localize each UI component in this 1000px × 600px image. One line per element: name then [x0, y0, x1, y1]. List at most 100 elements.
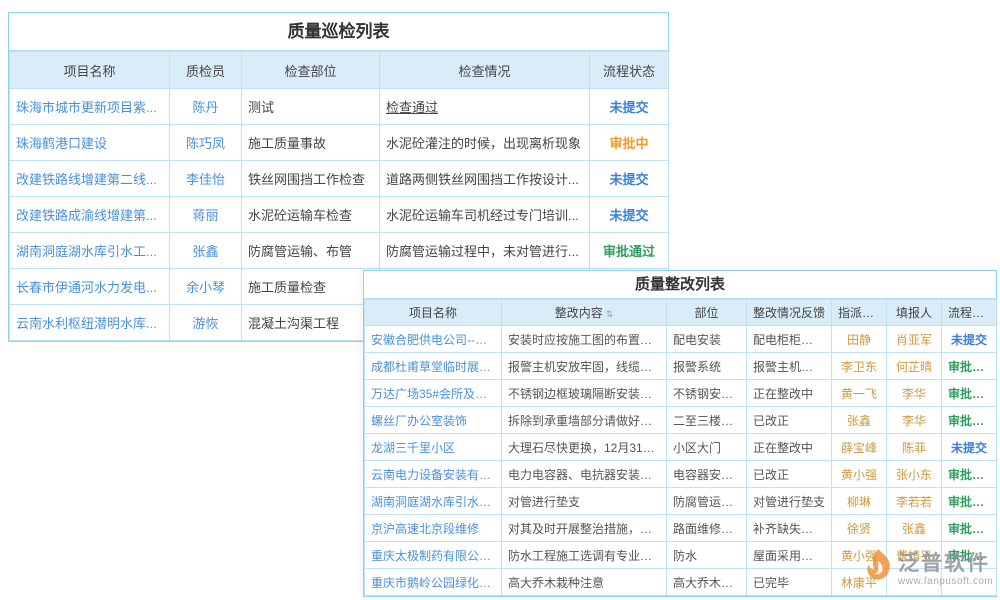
table-row: 重庆太极制药有限公司亳州中...防水工程施工选调有专业资...防水屋面采用聚氨.…: [365, 542, 997, 569]
project-name-cell[interactable]: 湖南洞庭湖水库引水工程施工标: [365, 488, 502, 515]
header-row: 项目名称整改内容⇅部位整改情况反馈指派人员填报人流程状态: [365, 300, 997, 326]
project-name-cell[interactable]: 云南水利枢纽潜明水库...: [10, 305, 170, 341]
workflow-status-cell: 审批通过: [942, 461, 997, 488]
column-header-label: 质检员: [186, 64, 225, 79]
reporter-cell[interactable]: 李若若: [887, 488, 942, 515]
quality-rectification-panel: 质量整改列表 项目名称整改内容⇅部位整改情况反馈指派人员填报人流程状态安徽合肥供…: [363, 270, 997, 597]
project-name-cell[interactable]: 万达广场35#会所及咖啡厅空...: [365, 380, 502, 407]
project-name-cell[interactable]: 珠海市城市更新项目紫...: [10, 89, 170, 125]
project-name-cell[interactable]: 湖南洞庭湖水库引水工...: [10, 233, 170, 269]
rectify-content-cell: 电力电容器、电抗器安装方案...: [502, 461, 667, 488]
reporter-cell[interactable]: 肖亚军: [887, 326, 942, 353]
inspector-cell[interactable]: 张鑫: [170, 233, 242, 269]
part-cell: 不锈钢安装...: [667, 380, 747, 407]
inspector-cell[interactable]: 李佳怡: [170, 161, 242, 197]
project-name-cell[interactable]: 长春市伊通河水力发电...: [10, 269, 170, 305]
project-name-cell[interactable]: 重庆市鹅岭公园绿化景观提升...: [365, 569, 502, 596]
part-cell: 小区大门: [667, 434, 747, 461]
column-header-label: 流程状态: [603, 64, 655, 79]
assignee-column-header: 指派人员: [832, 300, 887, 326]
part-cell: 电容器安装...: [667, 461, 747, 488]
assignee-cell[interactable]: 张鑫: [832, 407, 887, 434]
assignee-cell[interactable]: 黄小强: [832, 542, 887, 569]
inspect-part-cell: 施工质量检查: [242, 269, 380, 305]
inspector-cell[interactable]: 余小琴: [170, 269, 242, 305]
sort-icon[interactable]: ⇅: [606, 309, 614, 320]
part-cell: 高大乔木栽种: [667, 569, 747, 596]
part-column-header: 部位: [667, 300, 747, 326]
inspector-cell[interactable]: 陈丹: [170, 89, 242, 125]
feedback-column-header: 整改情况反馈: [747, 300, 832, 326]
project-name-cell[interactable]: 云南电力设备安装有限公司20...: [365, 461, 502, 488]
rectify-content-cell: 对管进行垫支: [502, 488, 667, 515]
table-row: 云南电力设备安装有限公司20...电力电容器、电抗器安装方案...电容器安装..…: [365, 461, 997, 488]
project-name-cell[interactable]: 改建铁路成渝线增建第...: [10, 197, 170, 233]
assignee-cell[interactable]: 田静: [832, 326, 887, 353]
project-name-cell[interactable]: 重庆太极制药有限公司亳州中...: [365, 542, 502, 569]
workflow-status-cell: 审批通过: [942, 488, 997, 515]
rectify-content-cell: 报警主机安放牢固，线缆连接...: [502, 353, 667, 380]
workflow-status-cell: 未提交: [942, 434, 997, 461]
feedback-cell: 屋面采用聚氨...: [747, 542, 832, 569]
reporter-cell[interactable]: 李华: [887, 380, 942, 407]
column-header-label: 检查部位: [284, 64, 336, 79]
inspect-part-cell: 铁丝网围挡工作检查: [242, 161, 380, 197]
workflow-status-column-header: 流程状态: [942, 300, 997, 326]
assignee-cell[interactable]: 柳琳: [832, 488, 887, 515]
reporter-cell[interactable]: 张鑫: [887, 515, 942, 542]
rectify-content-cell: 高大乔木栽种注意: [502, 569, 667, 596]
column-header-label: 整改内容: [555, 306, 603, 320]
inspect-result-cell: 道路两侧铁丝网围挡工作按设计...: [380, 161, 590, 197]
inspect-result-column-header: 检查情况: [380, 52, 590, 89]
workflow-status-cell: 审批通过: [942, 353, 997, 380]
assignee-cell[interactable]: 黄一飞: [832, 380, 887, 407]
rectify-content-cell: 大理石尽快更换，12月31日之...: [502, 434, 667, 461]
inspect-result-cell: 水泥砼灌注的时候，出现离析现象: [380, 125, 590, 161]
workflow-status-cell: 未提交: [942, 326, 997, 353]
inspect-part-cell: 水泥砼运输车检查: [242, 197, 380, 233]
inspector-cell[interactable]: 游恢: [170, 305, 242, 341]
workflow-status-cell: 审批中: [590, 125, 669, 161]
reporter-cell[interactable]: 曹靖平: [887, 542, 942, 569]
table-row: 重庆市鹅岭公园绿化景观提升...高大乔木栽种注意高大乔木栽种已完毕林康平: [365, 569, 997, 596]
rectify-content-cell: 拆除到承重墙部分请做好加固...: [502, 407, 667, 434]
assignee-cell[interactable]: 林康平: [832, 569, 887, 596]
assignee-cell[interactable]: 李卫东: [832, 353, 887, 380]
reporter-cell[interactable]: 陈菲: [887, 434, 942, 461]
part-cell: 配电安装: [667, 326, 747, 353]
assignee-cell[interactable]: 薛宝峰: [832, 434, 887, 461]
workflow-status-cell: 未提交: [590, 89, 669, 125]
rectify-content-cell: 对其及时开展整治措施，桥头...: [502, 515, 667, 542]
inspector-cell[interactable]: 蒋丽: [170, 197, 242, 233]
inspect-result-cell: 防腐管运输过程中，未对管进行...: [380, 233, 590, 269]
workflow-status-cell: 审批通过: [942, 542, 997, 569]
table-row: 螺丝厂办公室装饰拆除到承重墙部分请做好加固...二至三楼混...已改正张鑫李华审…: [365, 407, 997, 434]
assignee-cell[interactable]: 黄小强: [832, 461, 887, 488]
inspect-result-cell: 检查通过: [380, 89, 590, 125]
part-cell: 报警系统: [667, 353, 747, 380]
inspector-cell[interactable]: 陈巧凤: [170, 125, 242, 161]
assignee-cell[interactable]: 徐贤: [832, 515, 887, 542]
workflow-status-cell: 审批通过: [590, 233, 669, 269]
project-name-cell[interactable]: 螺丝厂办公室装饰: [365, 407, 502, 434]
rectify-content-column-header[interactable]: 整改内容⇅: [502, 300, 667, 326]
quality-rectification-table: 项目名称整改内容⇅部位整改情况反馈指派人员填报人流程状态安徽合肥供电公司--配电…: [364, 299, 997, 596]
project-name-cell[interactable]: 成都杜甫草堂临时展厅独立展...: [365, 353, 502, 380]
project-name-cell[interactable]: 安徽合肥供电公司--配电设备...: [365, 326, 502, 353]
reporter-cell[interactable]: 何芷晴: [887, 353, 942, 380]
table-row: 湖南洞庭湖水库引水工...张鑫防腐管运输、布管防腐管运输过程中，未对管进行...…: [10, 233, 669, 269]
reporter-cell[interactable]: 张小东: [887, 461, 942, 488]
table-row: 改建铁路线增建第二线...李佳怡铁丝网围挡工作检查道路两侧铁丝网围挡工作按设计.…: [10, 161, 669, 197]
reporter-cell[interactable]: 李华: [887, 407, 942, 434]
inspect-part-column-header: 检查部位: [242, 52, 380, 89]
project-name-cell[interactable]: 京沪高速北京段维修: [365, 515, 502, 542]
project-name-cell[interactable]: 珠海鹤港口建设: [10, 125, 170, 161]
project-name-cell[interactable]: 改建铁路线增建第二线...: [10, 161, 170, 197]
feedback-cell: 已改正: [747, 407, 832, 434]
workflow-status-cell: [942, 569, 997, 596]
project-name-column-header: 项目名称: [365, 300, 502, 326]
table-row: 改建铁路成渝线增建第...蒋丽水泥砼运输车检查水泥砼运输车司机经过专门培训...…: [10, 197, 669, 233]
project-name-cell[interactable]: 龙湖三千里小区: [365, 434, 502, 461]
rectify-content-cell: 防水工程施工选调有专业资...: [502, 542, 667, 569]
rectify-content-cell: 安装时应按施工图的布置，将...: [502, 326, 667, 353]
